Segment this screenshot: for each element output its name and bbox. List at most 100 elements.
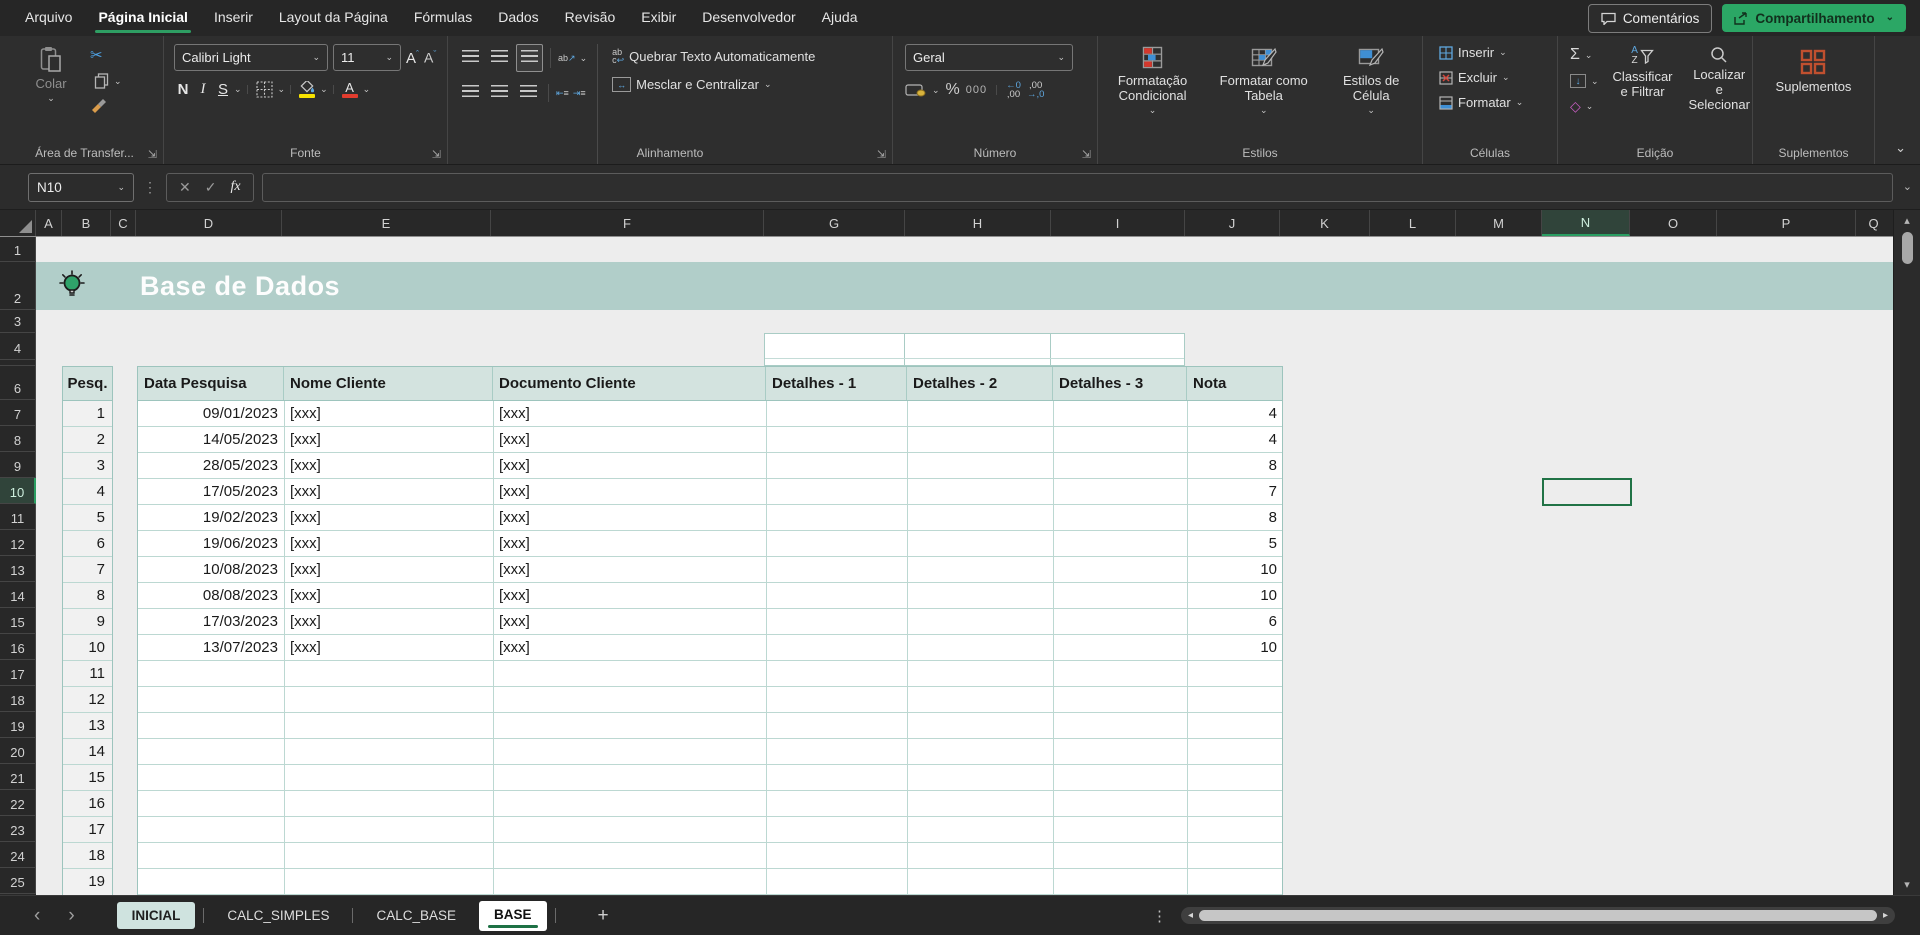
font-color-icon[interactable]: A bbox=[339, 82, 361, 98]
copy-button[interactable]: ⌄ bbox=[90, 71, 126, 91]
table-row[interactable]: 17/03/2023[xxx][xxx]6 bbox=[138, 609, 1282, 635]
cell-doc[interactable]: [xxx] bbox=[499, 453, 530, 478]
pesq-cell[interactable]: 18 bbox=[63, 843, 112, 869]
pesq-cell[interactable]: 14 bbox=[63, 739, 112, 765]
menu-exibir[interactable]: Exibir bbox=[628, 0, 689, 36]
bold-icon[interactable]: N bbox=[174, 81, 192, 98]
cell-name[interactable]: [xxx] bbox=[290, 479, 321, 504]
table-row[interactable]: 13/07/2023[xxx][xxx]10 bbox=[138, 635, 1282, 661]
row-header-21[interactable]: 21 bbox=[0, 764, 36, 790]
col-header-o[interactable]: O bbox=[1630, 210, 1717, 236]
cell-doc[interactable]: [xxx] bbox=[499, 427, 530, 452]
name-box[interactable]: N10 ⌄ bbox=[28, 173, 134, 202]
number-format-select[interactable]: Geral⌄ bbox=[905, 44, 1073, 71]
menu-revisao[interactable]: Revisão bbox=[552, 0, 629, 36]
col-header-m[interactable]: M bbox=[1456, 210, 1542, 236]
pesq-cell[interactable]: 15 bbox=[63, 765, 112, 791]
chevron-down-icon[interactable]: ⌄ bbox=[1886, 13, 1894, 23]
tab-base[interactable]: BASE bbox=[479, 901, 547, 931]
pesq-cell[interactable]: 16 bbox=[63, 791, 112, 817]
expand-formula-bar-icon[interactable]: ⌄ bbox=[1903, 182, 1912, 193]
chevron-down-icon[interactable]: ⌄ bbox=[278, 85, 286, 94]
cell-nota[interactable]: 10 bbox=[1187, 557, 1277, 582]
cancel-icon[interactable]: ✕ bbox=[173, 179, 197, 196]
cell-nota[interactable]: 4 bbox=[1187, 427, 1277, 452]
pesq-cell[interactable]: 2 bbox=[63, 427, 112, 453]
row-header-9[interactable]: 9 bbox=[0, 452, 36, 478]
pesq-cell[interactable]: 13 bbox=[63, 713, 112, 739]
horizontal-scrollbar[interactable]: ◂ ▸ bbox=[1181, 907, 1895, 924]
cell-name[interactable]: [xxx] bbox=[290, 505, 321, 530]
cut-button[interactable]: ✂ bbox=[90, 46, 126, 64]
shrink-font-icon[interactable]: Aˇ bbox=[424, 49, 436, 66]
tab-calc-simples[interactable]: CALC_SIMPLES bbox=[212, 902, 344, 929]
select-all-corner[interactable] bbox=[0, 210, 36, 236]
clear-button[interactable]: ◇ ⌄ bbox=[1566, 96, 1603, 117]
cell-nota[interactable]: 8 bbox=[1187, 505, 1277, 530]
cell-nota[interactable]: 7 bbox=[1187, 479, 1277, 504]
row-header-25[interactable]: 25 bbox=[0, 868, 36, 894]
align-right-icon[interactable] bbox=[516, 80, 541, 106]
pesq-cell[interactable]: 17 bbox=[63, 817, 112, 843]
table-row[interactable]: 19/06/2023[xxx][xxx]5 bbox=[138, 531, 1282, 557]
menu-arquivo[interactable]: Arquivo bbox=[12, 0, 85, 36]
header-data-pesquisa[interactable]: Data Pesquisa bbox=[138, 367, 284, 400]
dialog-launcher-icon[interactable]: ⇲ bbox=[432, 148, 441, 161]
cell-date[interactable]: 17/05/2023 bbox=[138, 479, 278, 504]
pesq-cell[interactable]: 3 bbox=[63, 453, 112, 479]
pesq-cell[interactable]: 10 bbox=[63, 635, 112, 661]
merge-center-button[interactable]: ↔ Mesclar e Centralizar ⌄ bbox=[608, 75, 819, 94]
header-nome-cliente[interactable]: Nome Cliente bbox=[284, 367, 493, 400]
align-left-icon[interactable] bbox=[458, 80, 483, 106]
row-header-22[interactable]: 22 bbox=[0, 790, 36, 816]
sheet-canvas[interactable]: Base de Dados Pesq. 1 2 3 4 5 6 7 8 9 10… bbox=[36, 237, 1893, 895]
col-header-q[interactable]: Q bbox=[1856, 210, 1891, 236]
row-header-19[interactable]: 19 bbox=[0, 712, 36, 738]
pesq-cell[interactable]: 6 bbox=[63, 531, 112, 557]
table-row[interactable]: 10/08/2023[xxx][xxx]10 bbox=[138, 557, 1282, 583]
cell-name[interactable]: [xxx] bbox=[290, 609, 321, 634]
cell-nota[interactable]: 4 bbox=[1187, 401, 1277, 426]
table-row[interactable]: 17/05/2023 [xxx] [xxx] 7 bbox=[138, 479, 1282, 505]
row-header-8[interactable]: 8 bbox=[0, 426, 36, 452]
detail-input-cell-1[interactable] bbox=[765, 334, 905, 365]
table-row[interactable]: 09/01/2023[xxx][xxx]4 bbox=[138, 401, 1282, 427]
chevron-down-icon[interactable]: ⌄ bbox=[363, 85, 371, 94]
cell-date[interactable]: 19/06/2023 bbox=[138, 531, 278, 556]
chevron-down-icon[interactable]: ⌄ bbox=[932, 86, 940, 95]
cell-nota[interactable]: 6 bbox=[1187, 609, 1277, 634]
menu-pagina-inicial[interactable]: Página Inicial bbox=[85, 0, 200, 36]
cell-nota[interactable]: 10 bbox=[1187, 635, 1277, 660]
row-header-16[interactable]: 16 bbox=[0, 634, 36, 660]
row-header-2[interactable]: 2 bbox=[0, 262, 36, 310]
comments-button[interactable]: Comentários bbox=[1588, 4, 1713, 33]
cell-doc[interactable]: [xxx] bbox=[499, 479, 530, 504]
tab-calc-base[interactable]: CALC_BASE bbox=[361, 902, 471, 929]
pesq-header-cell[interactable]: Pesq. bbox=[63, 367, 112, 401]
cell-name[interactable]: [xxx] bbox=[290, 453, 321, 478]
col-header-h[interactable]: H bbox=[905, 210, 1051, 236]
row-header-17[interactable]: 17 bbox=[0, 660, 36, 686]
cell-name[interactable]: [xxx] bbox=[290, 583, 321, 608]
col-header-f[interactable]: F bbox=[491, 210, 764, 236]
pesq-cell[interactable]: 19 bbox=[63, 869, 112, 895]
dialog-launcher-icon[interactable]: ⇲ bbox=[148, 148, 157, 161]
pesq-cell[interactable]: 5 bbox=[63, 505, 112, 531]
col-header-e[interactable]: E bbox=[282, 210, 491, 236]
row-header-10[interactable]: 10 bbox=[0, 478, 36, 504]
add-sheet-button[interactable]: + bbox=[584, 905, 623, 927]
col-header-l[interactable]: L bbox=[1370, 210, 1456, 236]
cell-date[interactable]: 28/05/2023 bbox=[138, 453, 278, 478]
menu-formulas[interactable]: Fórmulas bbox=[401, 0, 485, 36]
vertical-scrollbar[interactable]: ▴ ▾ bbox=[1893, 210, 1920, 895]
format-painter-button[interactable] bbox=[90, 98, 126, 113]
align-center-icon[interactable] bbox=[487, 80, 512, 106]
font-size-select[interactable]: 11⌄ bbox=[333, 44, 401, 71]
cell-date[interactable]: 17/03/2023 bbox=[138, 609, 278, 634]
row-header-13[interactable]: 13 bbox=[0, 556, 36, 582]
insert-function-icon[interactable]: fx bbox=[224, 179, 246, 195]
scroll-left-icon[interactable]: ◂ bbox=[1186, 910, 1195, 921]
cell-nota[interactable]: 5 bbox=[1187, 531, 1277, 556]
chevron-down-icon[interactable]: ⌄ bbox=[234, 85, 242, 94]
formula-input[interactable] bbox=[262, 173, 1893, 202]
